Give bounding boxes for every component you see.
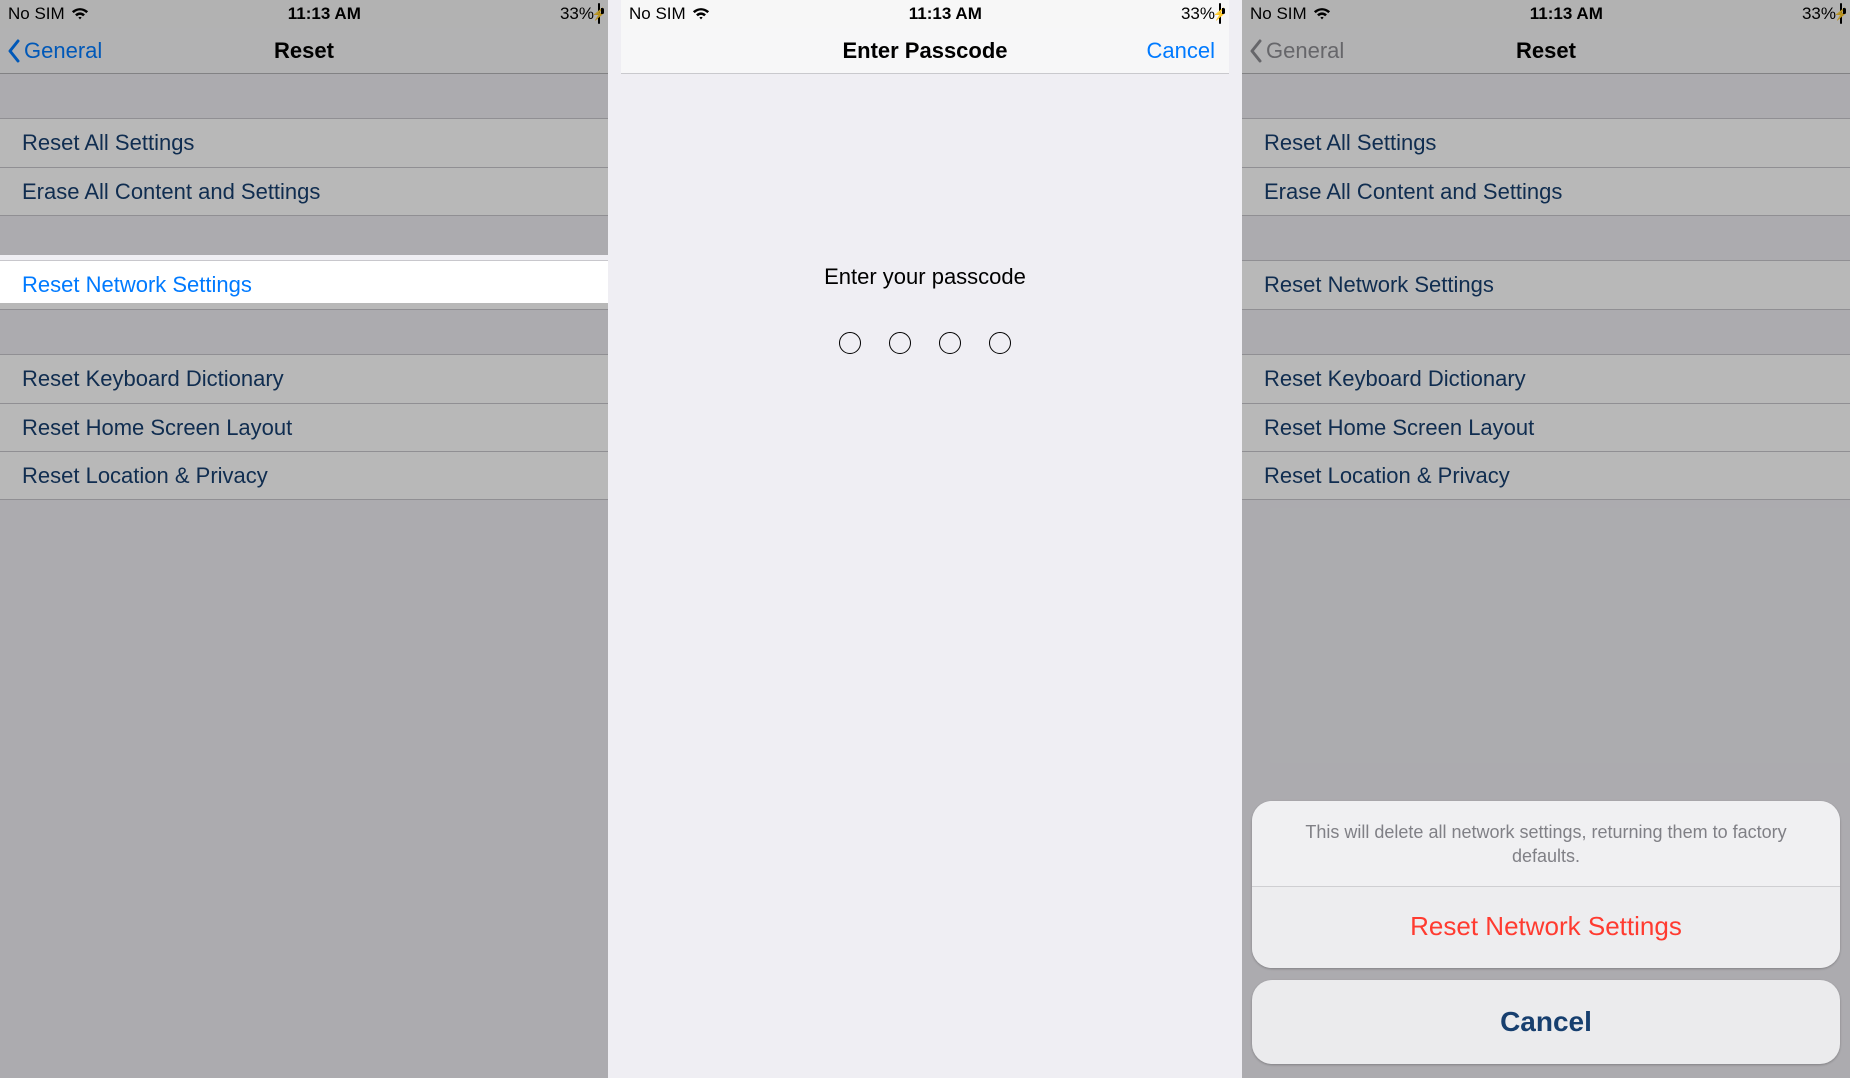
status-battery-percent: 33%	[560, 4, 594, 24]
reset-group-1: Reset All Settings Erase All Content and…	[1242, 118, 1850, 216]
pane-enter-passcode: No SIM 11:13 AM 33% ⚡ Enter Passcode Can…	[621, 0, 1229, 1078]
nav-back-button[interactable]: General	[6, 38, 102, 64]
cell-reset-network-settings[interactable]: Reset Network Settings	[0, 261, 608, 309]
action-sheet-group: This will delete all network settings, r…	[1252, 801, 1840, 968]
status-carrier: No SIM	[629, 4, 686, 24]
cell-reset-all-settings[interactable]: Reset All Settings	[1242, 119, 1850, 167]
cell-label: Reset Keyboard Dictionary	[22, 366, 284, 392]
status-carrier: No SIM	[8, 4, 65, 24]
cell-label: Erase All Content and Settings	[1264, 179, 1562, 205]
status-left: No SIM	[1250, 4, 1331, 24]
nav-back-button[interactable]: General	[1248, 38, 1344, 64]
status-right: 33% ⚡	[1181, 4, 1221, 24]
wifi-icon	[1313, 7, 1331, 21]
nav-title: Reset	[274, 38, 334, 64]
cell-reset-home-screen-layout[interactable]: Reset Home Screen Layout	[1242, 403, 1850, 451]
chevron-left-icon	[6, 39, 22, 63]
status-carrier: No SIM	[1250, 4, 1307, 24]
cell-reset-home-screen-layout[interactable]: Reset Home Screen Layout	[0, 403, 608, 451]
cell-reset-network-settings[interactable]: Reset Network Settings	[1242, 261, 1850, 309]
passcode-area: Enter your passcode	[621, 264, 1229, 354]
nav-title: Reset	[1516, 38, 1576, 64]
cell-label: Reset Keyboard Dictionary	[1264, 366, 1526, 392]
passcode-dot	[989, 332, 1011, 354]
passcode-dot	[889, 332, 911, 354]
passcode-dot	[939, 332, 961, 354]
reset-group-3: Reset Keyboard Dictionary Reset Home Scr…	[0, 354, 608, 500]
passcode-dot	[839, 332, 861, 354]
passcode-prompt: Enter your passcode	[621, 264, 1229, 290]
status-right: 33% ⚡	[1802, 4, 1842, 24]
nav-bar: General Reset	[0, 28, 608, 74]
status-bar: No SIM 11:13 AM 33% ⚡	[1242, 0, 1850, 28]
pane-reset-settings: No SIM 11:13 AM 33% ⚡ General Reset	[0, 0, 608, 1078]
status-battery-percent: 33%	[1802, 4, 1836, 24]
status-time: 11:13 AM	[909, 4, 982, 24]
cell-label: Reset All Settings	[22, 130, 194, 156]
status-bar: No SIM 11:13 AM 33% ⚡	[621, 0, 1229, 28]
action-sheet-message: This will delete all network settings, r…	[1252, 801, 1840, 886]
passcode-dots	[621, 332, 1229, 354]
cell-label: Reset Location & Privacy	[1264, 463, 1510, 489]
cell-label: Reset Home Screen Layout	[22, 415, 292, 441]
status-time: 11:13 AM	[1530, 4, 1603, 24]
cell-erase-all-content[interactable]: Erase All Content and Settings	[1242, 167, 1850, 215]
wifi-icon	[692, 7, 710, 21]
cell-reset-location-privacy[interactable]: Reset Location & Privacy	[1242, 451, 1850, 499]
chevron-left-icon	[1248, 39, 1264, 63]
cell-reset-location-privacy[interactable]: Reset Location & Privacy	[0, 451, 608, 499]
status-bar: No SIM 11:13 AM 33% ⚡	[0, 0, 608, 28]
cell-label: Reset Location & Privacy	[22, 463, 268, 489]
action-sheet-cancel-button[interactable]: Cancel	[1252, 980, 1840, 1064]
cell-label: Reset Network Settings	[1264, 272, 1494, 298]
confirm-reset-network-button[interactable]: Reset Network Settings	[1252, 887, 1840, 968]
status-left: No SIM	[629, 4, 710, 24]
cell-label: Reset Home Screen Layout	[1264, 415, 1534, 441]
action-sheet: This will delete all network settings, r…	[1242, 791, 1850, 1078]
reset-group-2: Reset Network Settings	[1242, 260, 1850, 310]
nav-bar: Enter Passcode Cancel	[621, 28, 1229, 74]
battery-icon: ⚡	[1840, 4, 1842, 24]
nav-bar: General Reset	[1242, 28, 1850, 74]
cancel-button[interactable]: Cancel	[1147, 38, 1215, 64]
nav-back-label: General	[1266, 38, 1344, 64]
cell-reset-all-settings[interactable]: Reset All Settings	[0, 119, 608, 167]
cell-reset-keyboard-dictionary[interactable]: Reset Keyboard Dictionary	[1242, 355, 1850, 403]
cell-label: Reset All Settings	[1264, 130, 1436, 156]
status-right: 33% ⚡	[560, 4, 600, 24]
status-left: No SIM	[8, 4, 89, 24]
pane-reset-action-sheet: No SIM 11:13 AM 33% ⚡ General Reset	[1242, 0, 1850, 1078]
cell-reset-keyboard-dictionary[interactable]: Reset Keyboard Dictionary	[0, 355, 608, 403]
status-time: 11:13 AM	[288, 4, 361, 24]
nav-back-label: General	[24, 38, 102, 64]
battery-icon: ⚡	[598, 4, 600, 24]
cell-label: Erase All Content and Settings	[22, 179, 320, 205]
reset-group-3: Reset Keyboard Dictionary Reset Home Scr…	[1242, 354, 1850, 500]
cell-label: Reset Network Settings	[22, 272, 252, 298]
wifi-icon	[71, 7, 89, 21]
reset-group-1: Reset All Settings Erase All Content and…	[0, 118, 608, 216]
nav-title: Enter Passcode	[842, 38, 1007, 64]
status-battery-percent: 33%	[1181, 4, 1215, 24]
reset-group-2: Reset Network Settings	[0, 260, 608, 310]
cell-erase-all-content[interactable]: Erase All Content and Settings	[0, 167, 608, 215]
battery-icon: ⚡	[1219, 4, 1221, 24]
